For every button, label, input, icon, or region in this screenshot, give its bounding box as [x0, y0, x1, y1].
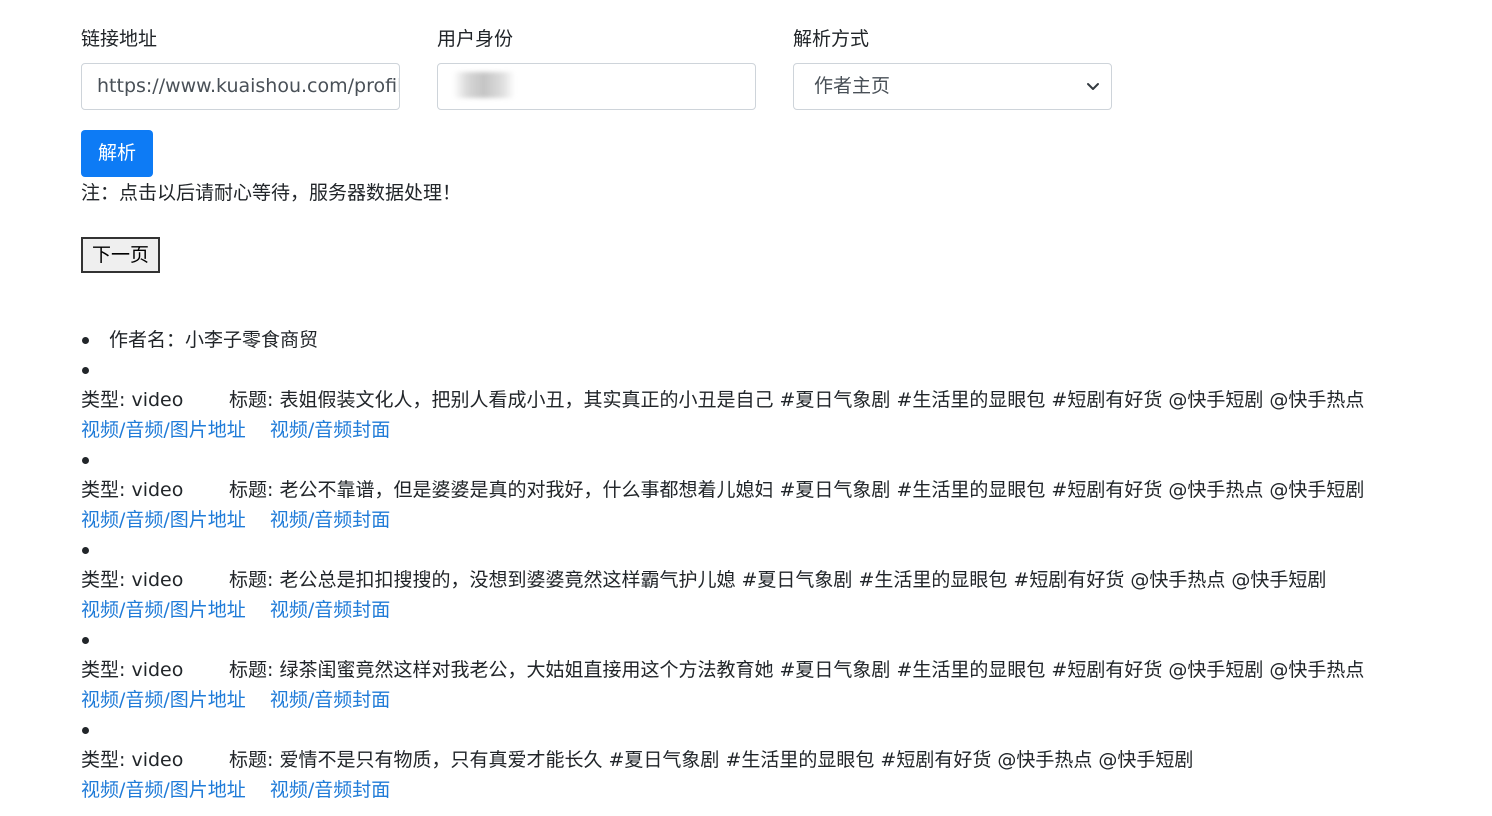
item-info-line: 类型: video 标题: 老公不靠谱，但是婆婆是真的对我好，什么事都想着儿媳妇 … — [81, 475, 1481, 505]
type-value: video — [131, 389, 184, 411]
author-name: 作者名：小李子零食商贸 — [109, 329, 319, 351]
type-prefix: 类型: — [81, 569, 132, 591]
parse-button[interactable]: 解析 — [81, 130, 153, 177]
result-item: 类型: video 标题: 老公总是扣扣搜搜的，没想到婆婆竟然这样霸气护儿媳 #夏… — [81, 535, 1481, 625]
title-prefix: 标题: — [229, 389, 280, 411]
item-title: 绿茶闺蜜竟然这样对我老公，大姑姐直接用这个方法教育她 #夏日气象剧 #生活里的显… — [279, 659, 1365, 681]
cover-link[interactable]: 视频/音频封面 — [270, 599, 390, 621]
cover-link[interactable]: 视频/音频封面 — [270, 509, 390, 531]
item-type: 类型: video — [81, 655, 229, 685]
media-url-link[interactable]: 视频/音频/图片地址 — [81, 689, 246, 711]
bullet-row — [81, 355, 1481, 385]
redacted-identity — [453, 72, 515, 98]
bullet-row — [81, 445, 1481, 475]
cover-link[interactable]: 视频/音频封面 — [270, 689, 390, 711]
item-type: 类型: video — [81, 565, 229, 595]
type-value: video — [131, 479, 184, 501]
item-title: 爱情不是只有物质，只有真爱才能长久 #夏日气象剧 #生活里的显眼包 #短剧有好货… — [279, 749, 1194, 771]
item-info-line: 类型: video 标题: 绿茶闺蜜竟然这样对我老公，大姑姐直接用这个方法教育她 … — [81, 655, 1481, 685]
mode-field-group: 解析方式 作者主页 — [793, 24, 1113, 110]
bullet-dot — [82, 547, 89, 554]
url-input[interactable]: https://www.kuaishou.com/profil — [81, 63, 400, 110]
type-value: video — [131, 749, 184, 771]
identity-label: 用户身份 — [437, 28, 514, 50]
media-url-link[interactable]: 视频/音频/图片地址 — [81, 509, 246, 531]
bullet-row — [81, 535, 1481, 565]
item-type: 类型: video — [81, 475, 229, 505]
item-title: 老公不靠谱，但是婆婆是真的对我好，什么事都想着儿媳妇 #夏日气象剧 #生活里的显… — [279, 479, 1365, 501]
identity-field-group: 用户身份 — [437, 24, 757, 110]
result-item: 类型: video 标题: 爱情不是只有物质，只有真爱才能长久 #夏日气象剧 #生… — [81, 715, 1481, 805]
type-value: video — [131, 569, 184, 591]
url-label: 链接地址 — [81, 28, 158, 50]
item-links: 视频/音频/图片地址 视频/音频封面 — [81, 685, 1481, 715]
mode-select-value: 作者主页 — [814, 75, 891, 97]
type-prefix: 类型: — [81, 479, 132, 501]
item-info-line: 类型: video 标题: 表姐假装文化人，把别人看成小丑，其实真正的小丑是自己 … — [81, 385, 1481, 415]
type-prefix: 类型: — [81, 659, 132, 681]
item-type: 类型: video — [81, 745, 229, 775]
bullet-dot — [82, 637, 89, 644]
cover-link[interactable]: 视频/音频封面 — [270, 779, 390, 801]
result-item: 类型: video 标题: 老公不靠谱，但是婆婆是真的对我好，什么事都想着儿媳妇 … — [81, 445, 1481, 535]
bullet-dot — [82, 457, 89, 464]
title-prefix: 标题: — [229, 479, 280, 501]
media-url-link[interactable]: 视频/音频/图片地址 — [81, 419, 246, 441]
type-value: video — [131, 659, 184, 681]
title-prefix: 标题: — [229, 569, 280, 591]
chevron-down-icon — [1087, 83, 1099, 90]
bullet-dot — [82, 337, 89, 344]
url-field-group: 链接地址 https://www.kuaishou.com/profil — [81, 24, 401, 110]
bullet-dot — [82, 367, 89, 374]
wait-note: 注：点击以后请耐心等待，服务器数据处理！ — [81, 182, 462, 204]
type-prefix: 类型: — [81, 389, 132, 411]
bullet-row — [81, 715, 1481, 745]
results-list: 作者名：小李子零食商贸 类型: video 标题: 表姐假装文化人，把别人看成小丑… — [81, 325, 1481, 805]
type-prefix: 类型: — [81, 749, 132, 771]
item-links: 视频/音频/图片地址 视频/音频封面 — [81, 415, 1481, 445]
result-item: 类型: video 标题: 表姐假装文化人，把别人看成小丑，其实真正的小丑是自己 … — [81, 355, 1481, 445]
title-prefix: 标题: — [229, 659, 280, 681]
identity-input[interactable] — [437, 63, 756, 110]
item-info-line: 类型: video 标题: 爱情不是只有物质，只有真爱才能长久 #夏日气象剧 #生… — [81, 745, 1481, 775]
item-links: 视频/音频/图片地址 视频/音频封面 — [81, 595, 1481, 625]
item-links: 视频/音频/图片地址 视频/音频封面 — [81, 505, 1481, 535]
bullet-row — [81, 625, 1481, 655]
mode-label: 解析方式 — [793, 28, 870, 50]
item-links: 视频/音频/图片地址 视频/音频封面 — [81, 775, 1481, 805]
result-item: 类型: video 标题: 绿茶闺蜜竟然这样对我老公，大姑姐直接用这个方法教育她 … — [81, 625, 1481, 715]
title-prefix: 标题: — [229, 749, 280, 771]
item-title: 表姐假装文化人，把别人看成小丑，其实真正的小丑是自己 #夏日气象剧 #生活里的显… — [279, 389, 1365, 411]
next-page-button[interactable]: 下一页 — [81, 237, 160, 273]
item-type: 类型: video — [81, 385, 229, 415]
media-url-link[interactable]: 视频/音频/图片地址 — [81, 599, 246, 621]
mode-select[interactable]: 作者主页 — [793, 63, 1112, 110]
item-info-line: 类型: video 标题: 老公总是扣扣搜搜的，没想到婆婆竟然这样霸气护儿媳 #夏… — [81, 565, 1481, 595]
author-item: 作者名：小李子零食商贸 — [81, 325, 1481, 355]
media-url-link[interactable]: 视频/音频/图片地址 — [81, 779, 246, 801]
item-title: 老公总是扣扣搜搜的，没想到婆婆竟然这样霸气护儿媳 #夏日气象剧 #生活里的显眼包… — [279, 569, 1327, 591]
cover-link[interactable]: 视频/音频封面 — [270, 419, 390, 441]
bullet-dot — [82, 727, 89, 734]
parser-page: 链接地址 https://www.kuaishou.com/profil 用户身… — [0, 0, 1492, 816]
